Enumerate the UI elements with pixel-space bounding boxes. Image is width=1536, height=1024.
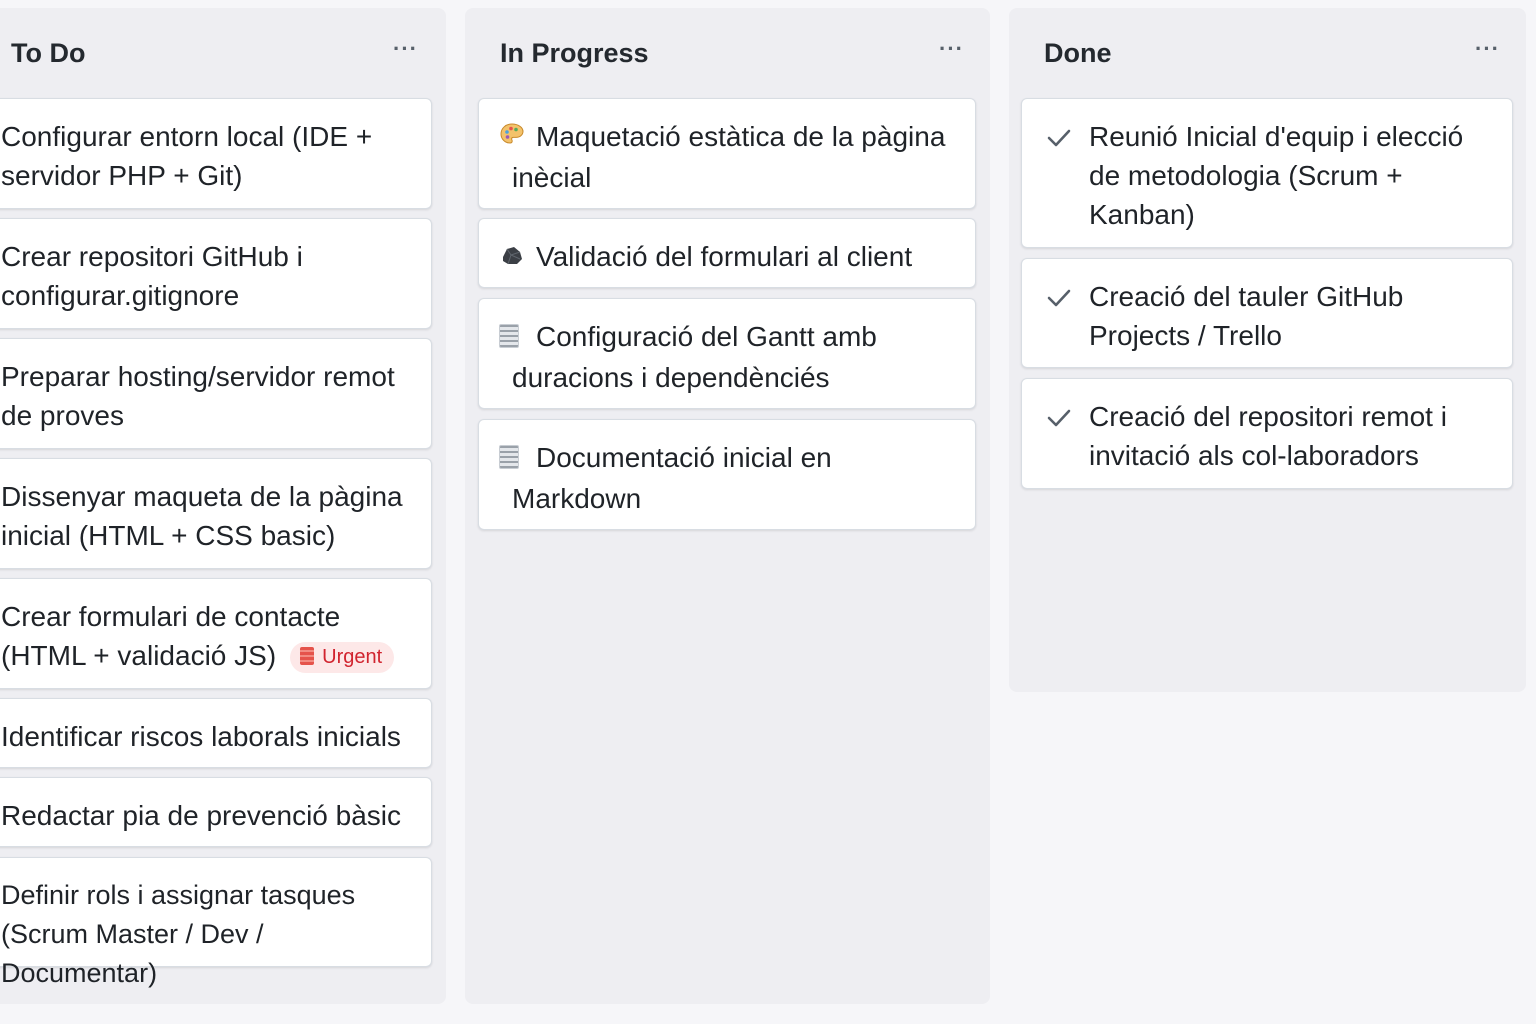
rock-icon — [499, 239, 525, 278]
card-text: Creació del repositori remot i invitació… — [1089, 401, 1447, 471]
card-creacio-tauler[interactable]: Creació del tauler GitHub Projects / Tre… — [1021, 258, 1513, 368]
check-icon — [1047, 289, 1071, 307]
column-menu-todo-icon[interactable]: ··· — [393, 36, 418, 62]
card-configurar-entorn[interactable]: Configurar entorn local (IDE + servidor … — [0, 98, 432, 209]
palette-icon — [499, 119, 525, 158]
card-redactar-pia[interactable]: Redactar pia de prevenció bàsic — [0, 777, 432, 847]
card-definir-rols[interactable]: Definir rols i assignar tasques (Scrum M… — [0, 857, 432, 988]
card-text: Documentació inicial en Markdown — [512, 442, 832, 514]
card-preparar-hosting[interactable]: Preparar hosting/servidor remot de prove… — [0, 338, 432, 449]
card-crear-repositori[interactable]: Crear repositori GitHub i configurar.git… — [0, 218, 432, 329]
column-in-progress: In Progress ··· Maquetació estàtica de l… — [465, 8, 990, 1004]
card-text: Definir rols i assignar tasques (Scrum M… — [1, 880, 356, 988]
urgent-badge-label: Urgent — [322, 646, 383, 668]
card-identificar-riscos[interactable]: Identificar riscos laborals inicials — [0, 698, 432, 768]
check-icon — [1047, 129, 1071, 147]
card-configuracio-gantt[interactable]: Configuració del Gantt amb duracions i d… — [478, 298, 976, 409]
card-reunio-inicial[interactable]: Reunió Inicial d'equip i elecció de meto… — [1021, 98, 1513, 248]
kanban-board: To Do ··· Configurar entorn local (IDE +… — [0, 0, 1536, 1024]
card-text: Redactar pia de prevenció bàsic — [1, 800, 402, 831]
card-text: Configurar entorn local (IDE + servidor … — [1, 121, 373, 191]
card-text: Creació del tauler GitHub Projects / Tre… — [1089, 281, 1404, 351]
column-menu-done-icon[interactable]: ··· — [1475, 36, 1500, 62]
column-todo: To Do ··· Configurar entorn local (IDE +… — [0, 8, 446, 1004]
card-documentacio-inicial[interactable]: Documentació inicial en Markdown — [478, 419, 976, 530]
card-text: Configuració del Gantt amb duracions i d… — [512, 321, 877, 393]
card-crear-formulari[interactable]: Crear formulari de contacte (HTML + vali… — [0, 578, 432, 689]
check-icon — [1047, 409, 1071, 427]
urgent-badge: Urgent — [290, 642, 395, 673]
card-text: Dissenyar maqueta de la pàgina inicial (… — [1, 481, 403, 551]
urgent-flag-icon — [300, 647, 315, 665]
document-icon — [499, 440, 525, 479]
card-text: Maquetació estàtica de la pàgina inècial — [512, 121, 946, 193]
column-done: Done ··· Reunió Inicial d'equip i elecci… — [1009, 8, 1526, 692]
column-title-done: Done — [1044, 38, 1112, 68]
card-text: Validació del formulari al client — [536, 241, 913, 272]
card-creacio-repositori[interactable]: Creació del repositori remot i invitació… — [1021, 378, 1513, 489]
card-text: Preparar hosting/servidor remot de prove… — [1, 361, 395, 431]
column-menu-in-progress-icon[interactable]: ··· — [939, 36, 964, 62]
column-title-todo: To Do — [11, 38, 86, 68]
card-maquetacio-estatica[interactable]: Maquetació estàtica de la pàgina inècial — [478, 98, 976, 209]
card-validacio-formulari[interactable]: Validació del formulari al client — [478, 218, 976, 288]
card-text: Crear repositori GitHub i configurar.git… — [1, 241, 303, 311]
column-title-in-progress: In Progress — [500, 38, 649, 68]
document-icon — [499, 319, 525, 358]
card-text: Reunió Inicial d'equip i elecció de meto… — [1089, 121, 1464, 230]
card-text: Identificar riscos laborals inicials — [1, 721, 401, 752]
card-dissenyar-maqueta[interactable]: Dissenyar maqueta de la pàgina inicial (… — [0, 458, 432, 569]
